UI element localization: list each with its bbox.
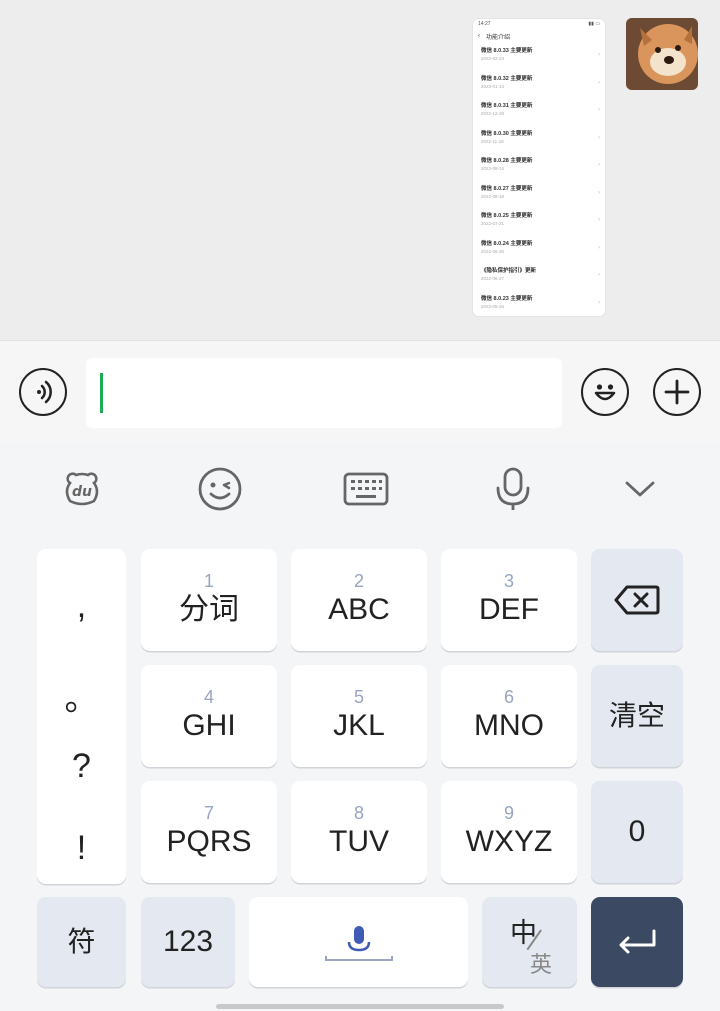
list-item: 微信 8.0.32 主要更新 2023-01-13 › [481,75,600,89]
list-item: 微信 8.0.33 主要更新 2023-02-23 › [481,48,600,61]
chevron-right-icon: › [598,244,600,251]
list-item: 微信 8.0.25 主要更新 2022-07-21 › [481,213,600,226]
ime-toolbar: du [0,443,720,540]
lang-secondary: 英 [530,952,553,977]
list-item: 微信 8.0.31 主要更新 2022-12-28 › [481,103,600,116]
space-voice-key[interactable] [249,897,468,987]
punct-period-key[interactable]: 。 [37,671,126,720]
numeric-key[interactable]: 123 [141,897,235,987]
microphone-icon [496,467,530,510]
chevron-right-icon: › [598,107,600,113]
symbol-key[interactable]: 符 [37,897,126,987]
emoji-icon [594,384,616,401]
screenshot-status-icons: ▮▮ ▭ [588,21,600,27]
text-caret [100,373,103,413]
emoji-wink-icon [198,467,242,511]
voice-input-button[interactable] [489,465,537,513]
keyboard-icon [343,472,389,506]
language-switch-key[interactable]: 中 英 [482,897,577,987]
punct-exclaim-key[interactable]: ! [37,829,126,868]
punctuation-column: , 。 ? ! [37,549,126,884]
dog-avatar-icon [626,18,698,90]
lang-primary: 中 [510,918,537,948]
key-9-wxyz[interactable]: 9 WXYZ [441,781,577,883]
screenshot-list: 微信 8.0.33 主要更新 2023-02-23 › 微信 8.0.32 主要更新… [473,43,605,316]
sent-screenshot-message[interactable]: 14:27 ▮▮ ▭ ‹ 功能介绍 微信 8.0.33 主要更新 2023-02-… [472,18,606,317]
key-8-tuv[interactable]: 8 TUV [291,781,427,883]
chevron-right-icon: › [598,217,600,223]
list-item: 微信 8.0.27 主要更新 2022-08-18 › [481,185,600,199]
space-mic-icon [324,926,393,961]
screenshot-nav: ‹ 功能介绍 [473,29,605,43]
chat-input-bar [0,340,720,443]
chevron-right-icon: › [598,162,600,168]
emoji-button[interactable] [581,368,629,416]
enter-key[interactable] [591,897,683,987]
screenshot-status-bar: 14:27 ▮▮ ▭ [473,19,605,29]
screenshot-nav-title: 功能介绍 [486,34,511,41]
list-item: 微信 8.0.23 主要更新 2022-05-26 › [481,295,600,309]
list-item: 《隐私保护指引》更新 2022-06-27 › [481,268,600,281]
punct-comma-key[interactable]: , [37,587,126,626]
key-5-jkl[interactable]: 5 JKL [291,665,427,767]
voice-toggle-button[interactable] [19,368,67,416]
chevron-right-icon: › [598,134,600,141]
avatar[interactable] [626,18,698,90]
backspace-icon [614,585,660,615]
key-3-def[interactable]: 3 DEF [441,549,577,651]
screenshot-time: 14:27 [478,21,491,27]
chat-area: 14:27 ▮▮ ▭ ‹ 功能介绍 微信 8.0.33 主要更新 2023-02-… [0,0,720,340]
chevron-down-icon [625,481,655,497]
zero-key[interactable]: 0 [591,781,683,883]
voice-icon [37,380,52,404]
key-1-fenci[interactable]: 1 分词 [141,549,277,651]
clear-key[interactable]: 清空 [591,665,683,767]
emoji-panel-button[interactable] [196,465,244,513]
key-7-pqrs[interactable]: 7 PQRS [141,781,277,883]
home-indicator[interactable] [216,1004,504,1009]
key-6-mno[interactable]: 6 MNO [441,665,577,767]
chevron-right-icon: › [598,189,600,196]
chevron-right-icon: › [598,299,600,306]
message-input[interactable] [86,358,562,428]
punct-question-key[interactable]: ? [37,747,126,786]
list-item: 微信 8.0.30 主要更新 2022-11-18 › [481,130,600,144]
chevron-right-icon: › [598,272,600,278]
enter-icon [619,929,656,954]
collapse-keyboard-button[interactable] [616,465,664,513]
du-bear-icon: du [65,472,99,506]
chevron-right-icon: › [598,79,600,86]
plus-icon [664,379,690,405]
back-icon: ‹ [478,33,480,39]
list-item: 微信 8.0.28 主要更新 2022-09-14 › [481,158,600,171]
list-item: 微信 8.0.24 主要更新 2022-06-30 › [481,240,600,254]
nine-key-keyboard: , 。 ? ! 1 分词 2 ABC 3 DEF 4 GHI 5 JKL 6 M… [0,540,720,1011]
chevron-right-icon: › [598,52,600,58]
key-4-ghi[interactable]: 4 GHI [141,665,277,767]
keyboard-switch-button[interactable] [342,465,390,513]
svg-text:du: du [72,484,92,500]
more-actions-button[interactable] [653,368,701,416]
key-2-abc[interactable]: 2 ABC [291,549,427,651]
backspace-key[interactable] [591,549,683,651]
du-bear-button[interactable]: du [58,465,106,513]
